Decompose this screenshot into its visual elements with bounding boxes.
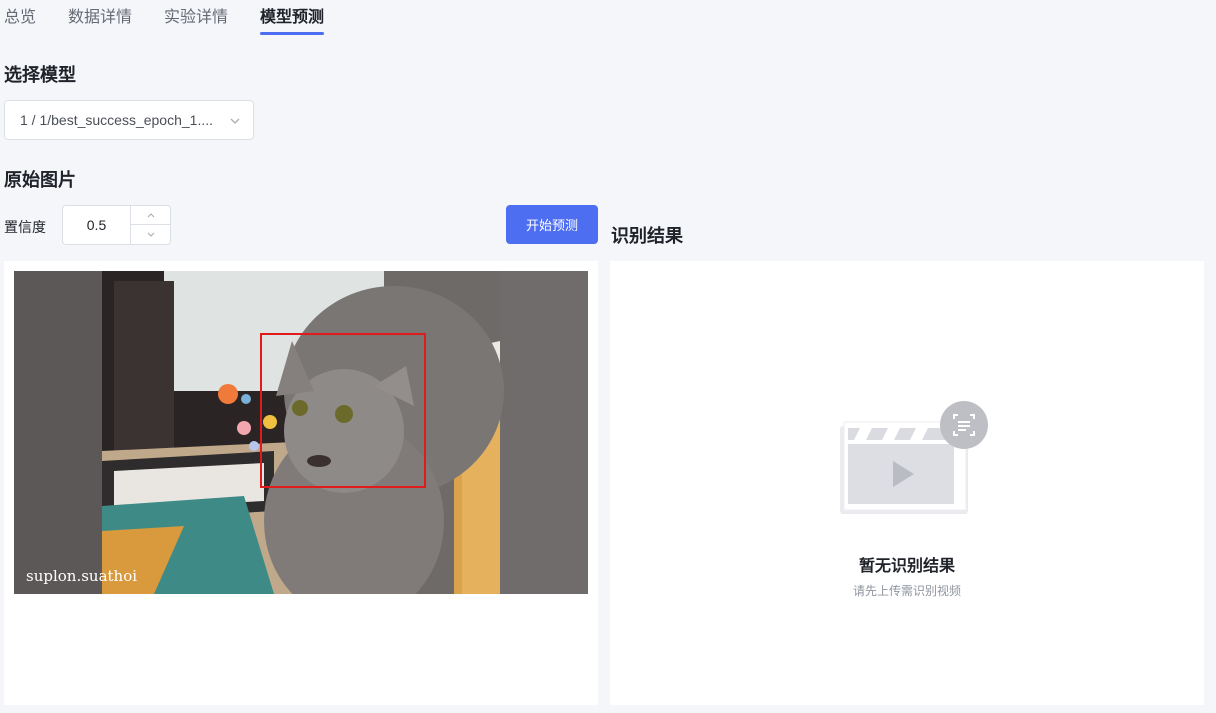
empty-result-title: 暂无识别结果	[858, 558, 955, 575]
empty-result-hint: 请先上传需识别视频	[852, 584, 961, 598]
chevron-down-icon	[147, 232, 155, 237]
chevron-down-icon	[229, 114, 241, 126]
tab-model-prediction[interactable]: 模型预测	[260, 8, 325, 35]
original-image-panel: suplon.suathoi	[4, 261, 598, 705]
select-model-heading: 选择模型	[4, 65, 76, 85]
original-image: suplon.suathoi	[14, 271, 588, 594]
empty-video-illustration	[830, 398, 992, 518]
image-watermark: suplon.suathoi	[26, 567, 138, 585]
confidence-value-field[interactable]	[63, 206, 130, 244]
original-image-heading: 原始图片	[4, 170, 76, 190]
recognition-result-heading: 识别结果	[611, 226, 683, 246]
detection-bounding-box	[260, 333, 426, 488]
model-select[interactable]: 1 / 1/best_success_epoch_1....	[4, 100, 254, 140]
confidence-stepper	[130, 206, 171, 244]
decrement-button[interactable]	[131, 225, 171, 244]
recognition-result-panel: 暂无识别结果 请先上传需识别视频	[610, 261, 1204, 705]
start-prediction-button[interactable]: 开始预测	[506, 205, 598, 244]
increment-button[interactable]	[131, 206, 171, 225]
chevron-up-icon	[147, 213, 155, 218]
confidence-label: 置信度	[4, 219, 46, 235]
tab-data-details[interactable]: 数据详情	[68, 8, 132, 35]
tab-experiment-details[interactable]: 实验详情	[164, 8, 228, 35]
tab-overview[interactable]: 总览	[4, 8, 36, 35]
confidence-input[interactable]	[62, 205, 171, 245]
tab-bar: 总览 数据详情 实验详情 模型预测	[0, 0, 1216, 40]
model-select-value: 1 / 1/best_success_epoch_1....	[20, 112, 214, 128]
